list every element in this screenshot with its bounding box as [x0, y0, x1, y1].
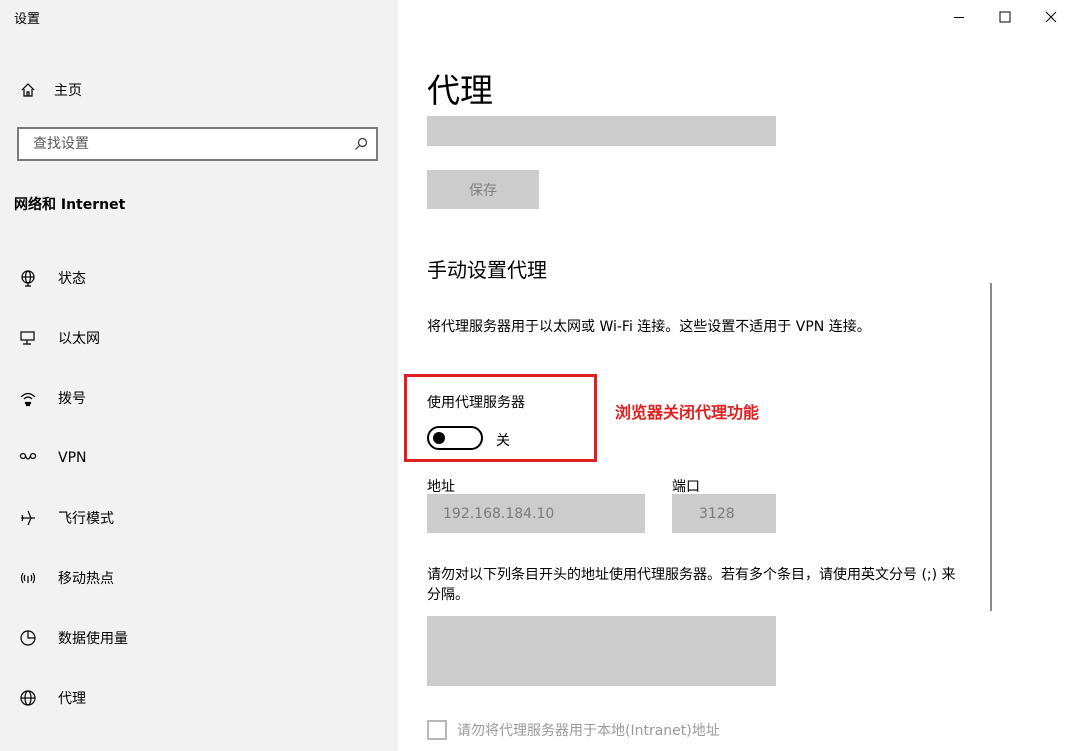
sidebar-nav: 状态 以太网 拨号 VPN 飞行模式 移动热点 数据使用量 代理: [0, 248, 398, 728]
sidebar-item-label: 拨号: [58, 391, 86, 407]
minimize-icon: [954, 17, 964, 18]
vpn-icon: [18, 448, 38, 468]
bypass-local-checkbox[interactable]: 请勿将代理服务器用于本地(Intranet)地址: [427, 720, 720, 740]
search-icon[interactable]: [346, 129, 376, 159]
checkbox-box[interactable]: [427, 720, 447, 740]
search-input[interactable]: [33, 136, 346, 152]
maximize-button[interactable]: [982, 0, 1028, 34]
sidebar-item-vpn[interactable]: VPN: [0, 428, 398, 488]
bypass-local-label: 请勿将代理服务器用于本地(Intranet)地址: [457, 723, 720, 739]
use-proxy-state: 关: [496, 433, 510, 449]
sidebar-home[interactable]: 主页: [18, 78, 82, 102]
data-usage-icon: [18, 628, 38, 648]
exceptions-input[interactable]: [427, 616, 776, 686]
exceptions-description: 请勿对以下列条目开头的地址使用代理服务器。若有多个条目，请使用英文分号 (;) …: [427, 567, 956, 603]
use-proxy-label: 使用代理服务器: [427, 395, 525, 411]
sidebar: 设置 主页 网络和 Internet: [0, 0, 398, 751]
search-box[interactable]: [17, 127, 378, 161]
proxy-script-field: [427, 116, 776, 146]
globe-icon: [18, 688, 38, 708]
port-label: 端口: [672, 479, 700, 495]
address-label: 地址: [427, 479, 455, 495]
scrollbar[interactable]: [990, 283, 992, 611]
sidebar-home-label: 主页: [54, 83, 82, 99]
close-icon: [1045, 11, 1057, 23]
manual-proxy-description: 将代理服务器用于以太网或 Wi-Fi 连接。这些设置不适用于 VPN 连接。: [427, 319, 871, 335]
address-input[interactable]: [427, 494, 645, 533]
close-button[interactable]: [1028, 0, 1074, 34]
sidebar-item-proxy[interactable]: 代理: [0, 668, 398, 728]
page-title: 代理: [427, 71, 493, 110]
maximize-icon: [999, 11, 1011, 23]
main-content: 代理 保存 手动设置代理 将代理服务器用于以太网或 Wi-Fi 连接。这些设置不…: [398, 0, 1074, 751]
sidebar-item-label: VPN: [58, 450, 87, 466]
section-title: 网络和 Internet: [14, 197, 126, 213]
sidebar-item-label: 以太网: [58, 331, 100, 347]
settings-window: 设置 主页 网络和 Internet: [0, 0, 1074, 751]
sidebar-item-dialup[interactable]: 拨号: [0, 368, 398, 428]
dialup-icon: [18, 388, 38, 408]
ethernet-icon: [18, 328, 38, 348]
sidebar-item-airplane[interactable]: 飞行模式: [0, 488, 398, 548]
sidebar-item-label: 飞行模式: [58, 511, 114, 527]
toggle-knob: [433, 432, 445, 444]
hotspot-icon: [18, 568, 38, 588]
sidebar-item-hotspot[interactable]: 移动热点: [0, 548, 398, 608]
sidebar-item-label: 数据使用量: [58, 631, 128, 647]
sidebar-item-label: 移动热点: [58, 571, 114, 587]
save-button[interactable]: 保存: [427, 170, 539, 209]
airplane-icon: [18, 508, 38, 528]
manual-proxy-heading: 手动设置代理: [427, 258, 547, 282]
app-title: 设置: [14, 12, 41, 27]
sidebar-item-data-usage[interactable]: 数据使用量: [0, 608, 398, 668]
use-proxy-toggle[interactable]: [427, 426, 483, 450]
home-icon: [18, 80, 38, 100]
sidebar-item-ethernet[interactable]: 以太网: [0, 308, 398, 368]
annotation-text: 浏览器关闭代理功能: [615, 403, 760, 422]
globe-status-icon: [18, 268, 38, 288]
minimize-button[interactable]: [936, 0, 982, 34]
sidebar-item-status[interactable]: 状态: [0, 248, 398, 308]
window-controls: [936, 0, 1074, 34]
sidebar-item-label: 代理: [58, 691, 86, 707]
port-input[interactable]: [672, 494, 776, 533]
sidebar-item-label: 状态: [58, 271, 86, 287]
